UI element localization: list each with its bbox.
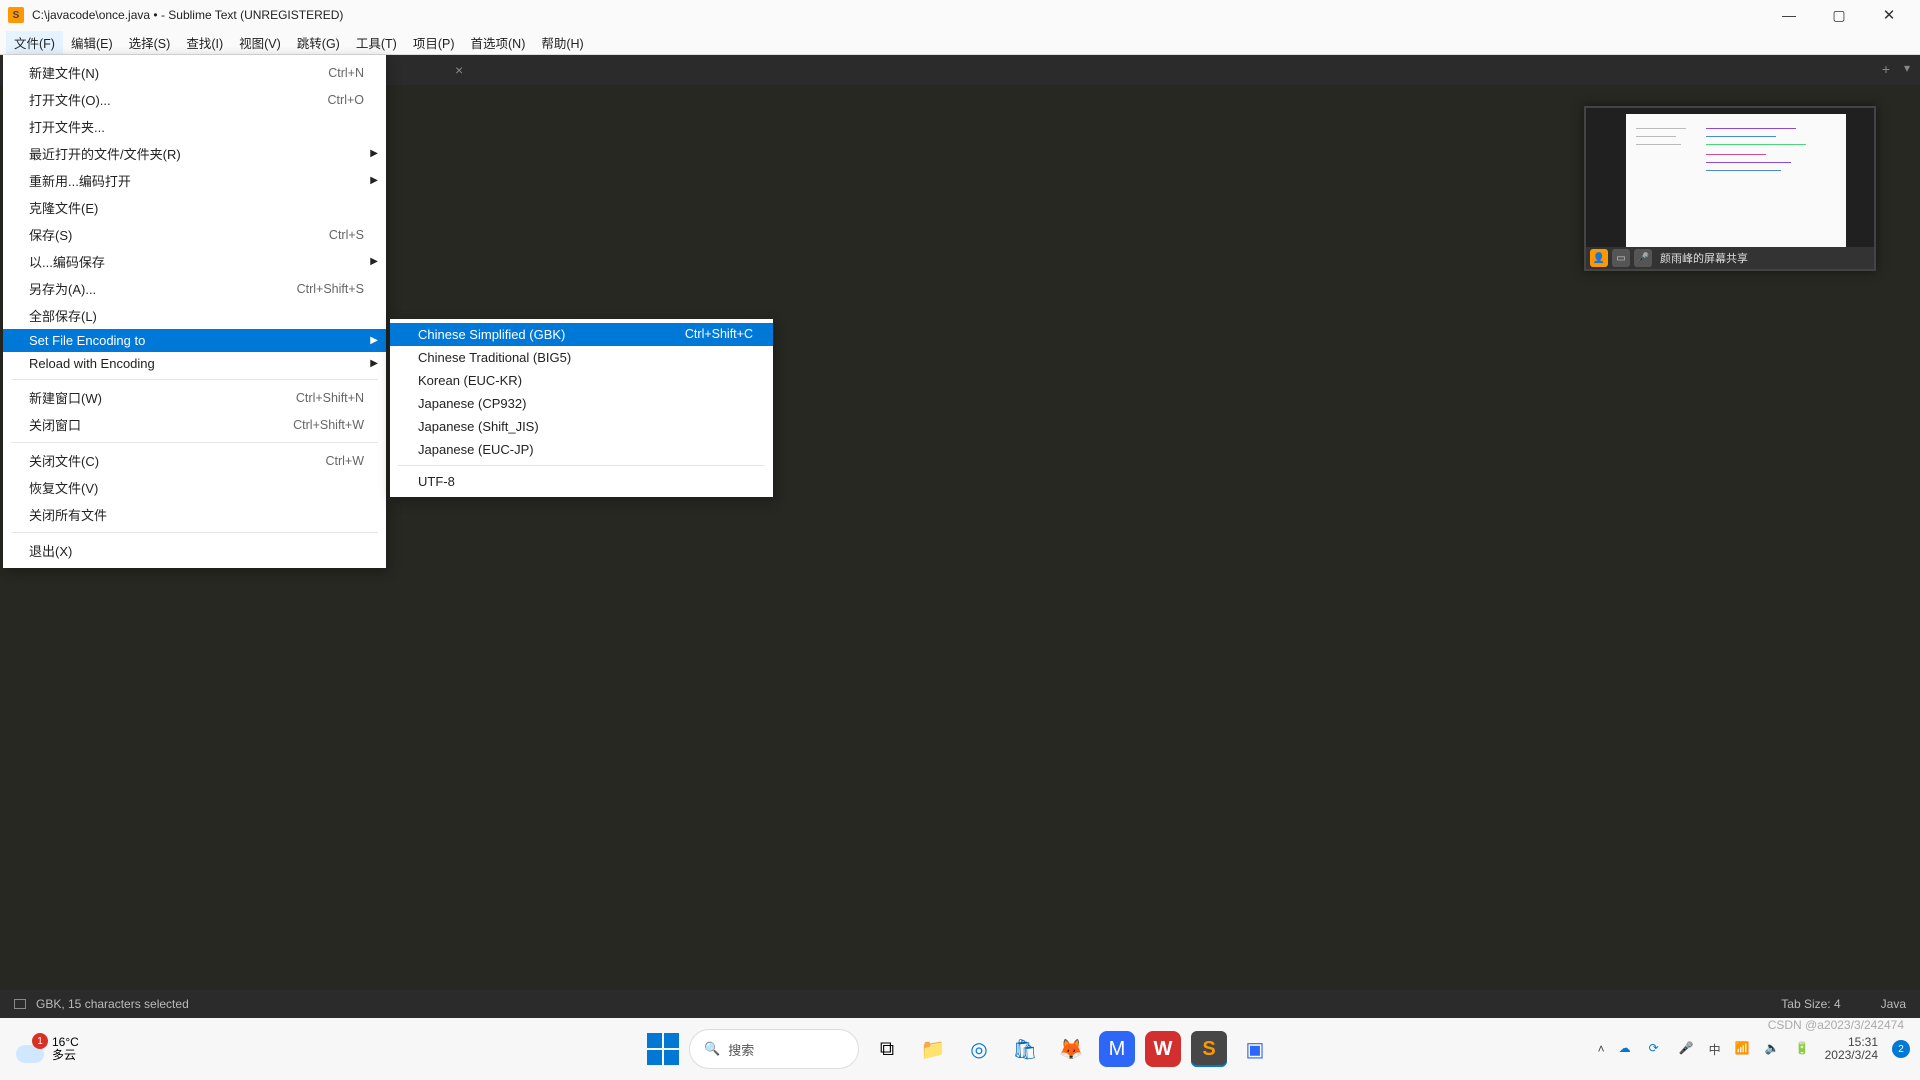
store-icon[interactable]: 🛍 — [1007, 1031, 1043, 1067]
menu-file[interactable]: 文件(F) — [6, 31, 63, 54]
file-menu-dropdown: 新建文件(N)Ctrl+N 打开文件(O)...Ctrl+O 打开文件夹... … — [3, 55, 386, 568]
taskbar-search[interactable]: 🔍 搜索 — [689, 1029, 859, 1069]
separator — [11, 379, 378, 380]
share-user-icon: 👤 — [1590, 249, 1608, 267]
file-open[interactable]: 打开文件(O)...Ctrl+O — [3, 86, 386, 113]
meeting-icon[interactable]: M — [1099, 1031, 1135, 1067]
ime-indicator[interactable]: 中 — [1709, 1041, 1721, 1058]
wps-icon[interactable]: W — [1145, 1031, 1181, 1067]
encoding-submenu: Chinese Simplified (GBK)Ctrl+Shift+C Chi… — [390, 319, 773, 497]
enc-shiftjis[interactable]: Japanese (Shift_JIS) — [390, 415, 773, 438]
status-language[interactable]: Java — [1881, 997, 1906, 1011]
thumbnail-preview — [1626, 114, 1846, 249]
file-new-window[interactable]: 新建窗口(W)Ctrl+Shift+N — [3, 384, 386, 411]
sidebar-toggle-icon[interactable] — [14, 999, 26, 1009]
menu-help[interactable]: 帮助(H) — [533, 31, 591, 54]
menu-view[interactable]: 视图(V) — [231, 31, 289, 54]
screenshare-thumbnail[interactable]: 👤 ▭ 🎤 颜雨峰的屏幕共享 — [1584, 106, 1876, 271]
sublime-icon[interactable]: S — [1191, 1031, 1227, 1067]
file-close-all[interactable]: 关闭所有文件 — [3, 501, 386, 528]
onedrive-icon[interactable]: ☁ — [1619, 1041, 1635, 1057]
edge-icon[interactable]: ◎ — [961, 1031, 997, 1067]
status-tab-size[interactable]: Tab Size: 4 — [1781, 997, 1840, 1011]
menu-bar: 文件(F) 编辑(E) 选择(S) 查找(I) 视图(V) 跳转(G) 工具(T… — [0, 30, 1920, 55]
new-tab-button[interactable]: + — [1882, 61, 1890, 77]
tray-chevron-icon[interactable]: ˄ — [1598, 1042, 1605, 1056]
start-button[interactable] — [647, 1033, 679, 1065]
battery-icon[interactable]: 🔋 — [1795, 1041, 1811, 1057]
file-new[interactable]: 新建文件(N)Ctrl+N — [3, 59, 386, 86]
search-placeholder: 搜索 — [728, 1040, 754, 1059]
menu-select[interactable]: 选择(S) — [121, 31, 179, 54]
menu-project[interactable]: 项目(P) — [405, 31, 463, 54]
file-save-all[interactable]: 全部保存(L) — [3, 302, 386, 329]
maximize-button[interactable]: ▢ — [1816, 0, 1862, 30]
explorer-icon[interactable]: 📁 — [915, 1031, 951, 1067]
watermark-text: CSDN @a2023/3/242474 — [1768, 1018, 1904, 1032]
window-title: C:\javacode\once.java • - Sublime Text (… — [32, 8, 343, 22]
menu-goto[interactable]: 跳转(G) — [289, 31, 348, 54]
file-close-file[interactable]: 关闭文件(C)Ctrl+W — [3, 447, 386, 474]
close-button[interactable]: ✕ — [1866, 0, 1912, 30]
enc-gbk[interactable]: Chinese Simplified (GBK)Ctrl+Shift+C — [390, 323, 773, 346]
file-save-as[interactable]: 另存为(A)...Ctrl+Shift+S — [3, 275, 386, 302]
separator — [398, 465, 765, 466]
minimize-button[interactable]: — — [1766, 0, 1812, 30]
search-icon: 🔍 — [704, 1041, 720, 1057]
share-mic-icon: 🎤 — [1634, 249, 1652, 267]
share-screen-icon: ▭ — [1612, 249, 1630, 267]
status-encoding[interactable]: GBK, 15 characters selected — [36, 997, 189, 1011]
share-label: 颜雨峰的屏幕共享 — [1660, 250, 1748, 266]
sync-icon[interactable]: ⟳ — [1649, 1041, 1665, 1057]
weather-icon: 1 — [16, 1035, 44, 1063]
file-set-encoding[interactable]: Set File Encoding to▶ — [3, 329, 386, 352]
separator — [11, 532, 378, 533]
file-close-window[interactable]: 关闭窗口Ctrl+Shift+W — [3, 411, 386, 438]
weather-widget[interactable]: 1 16°C 多云 — [16, 1035, 79, 1063]
file-open-folder[interactable]: 打开文件夹... — [3, 113, 386, 140]
file-reload-encoding[interactable]: Reload with Encoding▶ — [3, 352, 386, 375]
taskbar-clock[interactable]: 15:31 2023/3/24 — [1825, 1036, 1878, 1062]
file-save[interactable]: 保存(S)Ctrl+S — [3, 221, 386, 248]
menu-preferences[interactable]: 首选项(N) — [463, 31, 534, 54]
enc-utf8[interactable]: UTF-8 — [390, 470, 773, 493]
volume-icon[interactable]: 🔈 — [1765, 1041, 1781, 1057]
menu-tools[interactable]: 工具(T) — [348, 31, 405, 54]
app-blue-icon[interactable]: ▣ — [1237, 1031, 1273, 1067]
enc-cp932[interactable]: Japanese (CP932) — [390, 392, 773, 415]
app-icon: S — [8, 7, 24, 23]
notification-badge[interactable]: 2 — [1892, 1040, 1910, 1058]
enc-euckr[interactable]: Korean (EUC-KR) — [390, 369, 773, 392]
firefox-icon[interactable]: 🦊 — [1053, 1031, 1089, 1067]
file-recent[interactable]: 最近打开的文件/文件夹(R)▶ — [3, 140, 386, 167]
file-revert[interactable]: 恢复文件(V) — [3, 474, 386, 501]
tab-overflow-button[interactable]: ▾ — [1904, 61, 1910, 75]
status-bar: GBK, 15 characters selected Tab Size: 4 … — [0, 990, 1920, 1018]
weather-desc: 多云 — [52, 1049, 79, 1062]
mic-tray-icon[interactable]: 🎤 — [1679, 1041, 1695, 1057]
separator — [11, 442, 378, 443]
tab-close-icon[interactable]: × — [455, 62, 463, 78]
wifi-icon[interactable]: 📶 — [1735, 1041, 1751, 1057]
file-clone[interactable]: 克隆文件(E) — [3, 194, 386, 221]
file-reopen-encoding[interactable]: 重新用...编码打开▶ — [3, 167, 386, 194]
menu-edit[interactable]: 编辑(E) — [63, 31, 121, 54]
taskview-icon[interactable]: ⧉ — [869, 1031, 905, 1067]
enc-big5[interactable]: Chinese Traditional (BIG5) — [390, 346, 773, 369]
windows-taskbar: 1 16°C 多云 🔍 搜索 ⧉ 📁 ◎ 🛍 🦊 M W S ▣ ˄ ☁ ⟳ 🎤… — [0, 1018, 1920, 1080]
file-exit[interactable]: 退出(X) — [3, 537, 386, 564]
menu-find[interactable]: 查找(I) — [178, 31, 231, 54]
title-bar: S C:\javacode\once.java • - Sublime Text… — [0, 0, 1920, 30]
file-save-with-encoding[interactable]: 以...编码保存▶ — [3, 248, 386, 275]
enc-eucjp[interactable]: Japanese (EUC-JP) — [390, 438, 773, 461]
